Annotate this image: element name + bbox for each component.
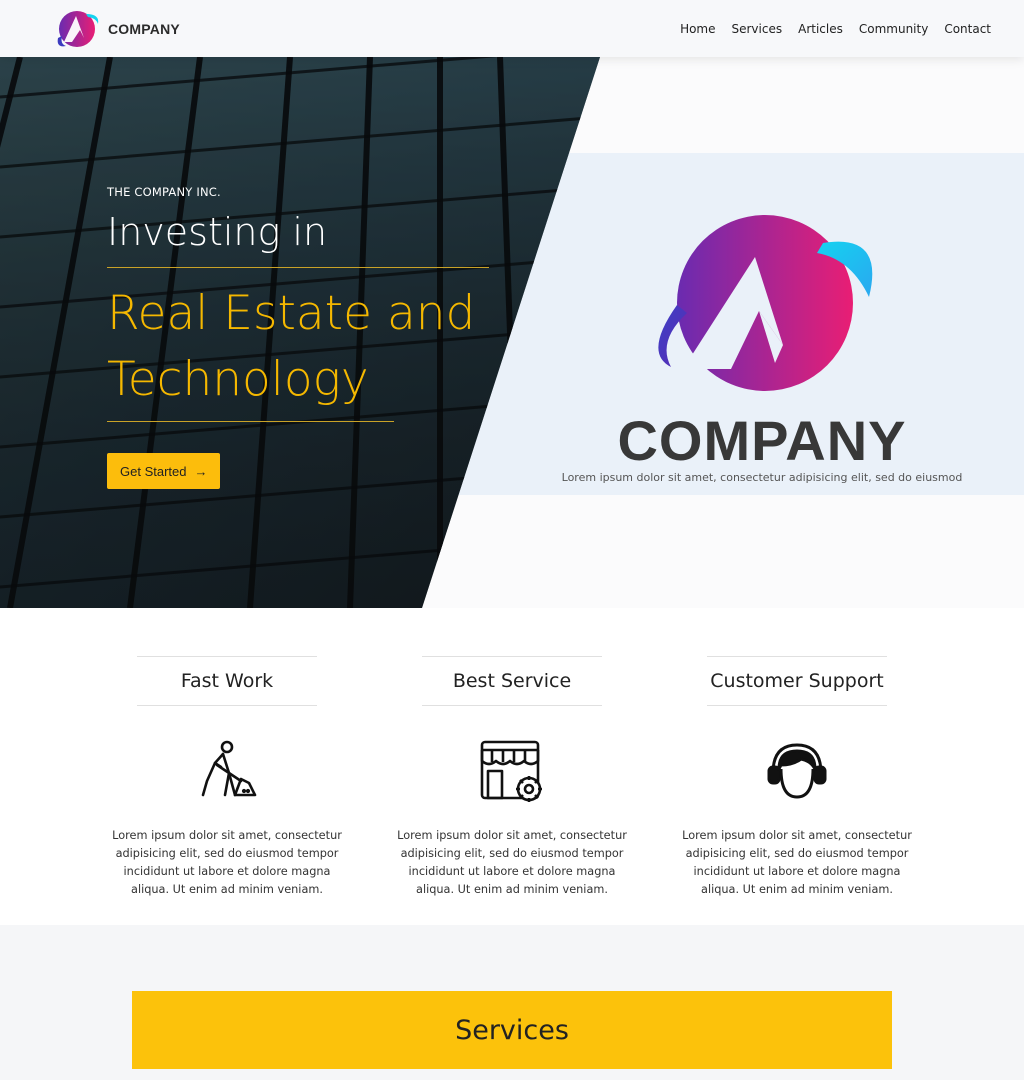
nav-home[interactable]: Home bbox=[680, 22, 715, 36]
hero-section: THE COMPANY INC. Investing in Real Estat… bbox=[0, 57, 1024, 608]
feature-description: Lorem ipsum dolor sit amet, consectetur … bbox=[682, 829, 912, 896]
main-nav: Home Services Articles Community Contact bbox=[680, 0, 991, 57]
arrow-right-icon: → bbox=[194, 463, 208, 479]
get-started-button[interactable]: Get Started → bbox=[107, 453, 221, 489]
company-logo-mark bbox=[658, 215, 873, 391]
feature-best-service: Best Service Lorem ipsum dolor sit amet,… bbox=[387, 656, 637, 899]
hero-subheadline: Real Estate and Technology bbox=[107, 281, 497, 413]
feature-customer-support: Customer Support Lorem ipsum dolor sit a… bbox=[672, 656, 922, 899]
hero-content: THE COMPANY INC. Investing in Real Estat… bbox=[107, 185, 497, 489]
nav-articles[interactable]: Articles bbox=[798, 22, 843, 36]
brand-name: COMPANY bbox=[108, 21, 180, 37]
feature-title: Best Service bbox=[422, 656, 602, 706]
feature-fast-work: Fast Work Lorem ipsum dolor sit amet, co… bbox=[102, 656, 352, 899]
services-heading: Services bbox=[132, 991, 892, 1069]
headset-icon bbox=[767, 743, 827, 799]
feature-description: Lorem ipsum dolor sit amet, consectetur … bbox=[112, 829, 342, 896]
logo-wordmark: COMPANY bbox=[617, 409, 907, 472]
nav-contact[interactable]: Contact bbox=[944, 22, 991, 36]
feature-description: Lorem ipsum dolor sit amet, consectetur … bbox=[397, 829, 627, 896]
hero-subheadline-line1: Real Estate and bbox=[107, 286, 476, 341]
hero-eyebrow: THE COMPANY INC. bbox=[107, 185, 221, 199]
brand-logo-link[interactable]: COMPANY bbox=[54, 8, 180, 50]
feature-title: Fast Work bbox=[137, 656, 317, 706]
nav-community[interactable]: Community bbox=[859, 22, 928, 36]
features-section: Fast Work Lorem ipsum dolor sit amet, co… bbox=[0, 608, 1024, 925]
navbar: COMPANY Home Services Articles Community… bbox=[0, 0, 1024, 57]
logo-caption: Lorem ipsum dolor sit amet, consectetur … bbox=[561, 471, 963, 484]
hero-headline: Investing in bbox=[107, 210, 328, 254]
nav-services[interactable]: Services bbox=[732, 22, 783, 36]
get-started-label: Get Started bbox=[120, 463, 187, 479]
hero-subheadline-line2: Technology bbox=[107, 352, 369, 407]
company-logo-icon bbox=[57, 11, 99, 47]
services-section: Services bbox=[0, 925, 1024, 1080]
hero-divider-bottom bbox=[107, 421, 394, 422]
hero-divider-top bbox=[107, 267, 489, 268]
worker-shovel-icon bbox=[201, 740, 257, 797]
store-gear-icon bbox=[480, 740, 542, 802]
feature-title: Customer Support bbox=[707, 656, 887, 706]
